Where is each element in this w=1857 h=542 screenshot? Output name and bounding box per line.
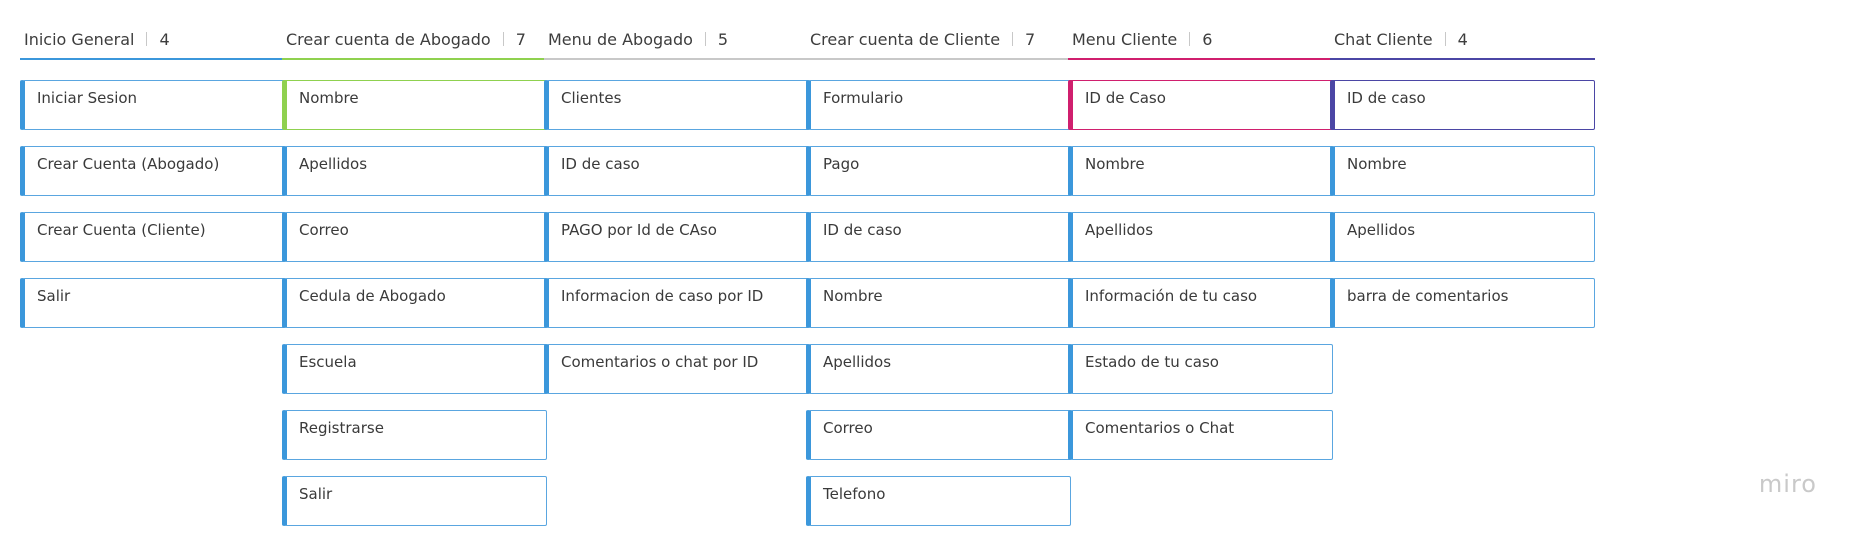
column-header[interactable]: Crear cuenta de Abogado 7 (282, 20, 547, 60)
column-title: Menu Cliente (1072, 29, 1178, 49)
card[interactable]: Correo (282, 212, 547, 262)
card[interactable]: Apellidos (282, 146, 547, 196)
card[interactable]: Crear Cuenta (Abogado) (20, 146, 285, 196)
card[interactable]: Iniciar Sesion (20, 80, 285, 130)
card[interactable]: Salir (282, 476, 547, 526)
column-title: Inicio General (24, 29, 135, 49)
card[interactable]: Información de tu caso (1068, 278, 1333, 328)
column-count: 6 (1202, 29, 1213, 49)
card[interactable]: Telefono (806, 476, 1071, 526)
card[interactable]: Cedula de Abogado (282, 278, 547, 328)
column-crear-cuenta-abogado: Crear cuenta de Abogado 7 Nombre Apellid… (282, 20, 547, 542)
header-separator (1012, 32, 1014, 46)
card[interactable]: Informacion de caso por ID (544, 278, 809, 328)
card[interactable]: Apellidos (1330, 212, 1595, 262)
card[interactable]: Escuela (282, 344, 547, 394)
column-chat-cliente: Chat Cliente 4 ID de caso Nombre Apellid… (1330, 20, 1595, 344)
column-title: Crear cuenta de Cliente (810, 29, 1001, 49)
card[interactable]: Salir (20, 278, 285, 328)
card[interactable]: Apellidos (1068, 212, 1333, 262)
header-separator (1444, 32, 1446, 46)
card[interactable]: Correo (806, 410, 1071, 460)
column-header[interactable]: Crear cuenta de Cliente 7 (806, 20, 1071, 60)
card[interactable]: PAGO por Id de CAso (544, 212, 809, 262)
card[interactable]: Comentarios o chat por ID (544, 344, 809, 394)
kanban-board: Inicio General 4 Iniciar Sesion Crear Cu… (0, 0, 1857, 538)
card[interactable]: ID de caso (806, 212, 1071, 262)
card[interactable]: Clientes (544, 80, 809, 130)
card[interactable]: Nombre (1068, 146, 1333, 196)
card[interactable]: Apellidos (806, 344, 1071, 394)
card-list: ID de Caso Nombre Apellidos Información … (1068, 80, 1333, 460)
card[interactable]: ID de caso (1330, 80, 1595, 130)
column-title: Chat Cliente (1334, 29, 1433, 49)
card[interactable]: Pago (806, 146, 1071, 196)
card-list: Iniciar Sesion Crear Cuenta (Abogado) Cr… (20, 80, 285, 328)
card[interactable]: ID de Caso (1068, 80, 1333, 130)
card-list: ID de caso Nombre Apellidos barra de com… (1330, 80, 1595, 328)
column-title: Crear cuenta de Abogado (286, 29, 491, 49)
column-menu-cliente: Menu Cliente 6 ID de Caso Nombre Apellid… (1068, 20, 1333, 476)
column-count: 4 (159, 29, 170, 49)
column-count: 4 (1457, 29, 1468, 49)
header-separator (502, 32, 504, 46)
card[interactable]: Crear Cuenta (Cliente) (20, 212, 285, 262)
header-separator (146, 32, 148, 46)
card-list: Clientes ID de caso PAGO por Id de CAso … (544, 80, 809, 394)
card-list: Nombre Apellidos Correo Cedula de Abogad… (282, 80, 547, 526)
card[interactable]: ID de caso (544, 146, 809, 196)
column-header[interactable]: Menu de Abogado 5 (544, 20, 809, 60)
card-list: Formulario Pago ID de caso Nombre Apelli… (806, 80, 1071, 526)
card[interactable]: Nombre (1330, 146, 1595, 196)
column-count: 5 (717, 29, 729, 49)
column-menu-abogado: Menu de Abogado 5 Clientes ID de caso PA… (544, 20, 809, 410)
column-header[interactable]: Menu Cliente 6 (1068, 20, 1333, 60)
column-title: Menu de Abogado (548, 29, 693, 49)
card[interactable]: Formulario (806, 80, 1071, 130)
card[interactable]: Comentarios o Chat (1068, 410, 1333, 460)
column-count: 7 (1025, 29, 1036, 49)
column-header[interactable]: Inicio General 4 (20, 20, 285, 60)
column-crear-cuenta-cliente: Crear cuenta de Cliente 7 Formulario Pag… (806, 20, 1071, 542)
column-header[interactable]: Chat Cliente 4 (1330, 20, 1595, 60)
card[interactable]: Nombre (282, 80, 547, 130)
miro-watermark: miro (1758, 470, 1817, 498)
card[interactable]: Nombre (806, 278, 1071, 328)
header-separator (1189, 32, 1191, 46)
card[interactable]: Registrarse (282, 410, 547, 460)
column-inicio-general: Inicio General 4 Iniciar Sesion Crear Cu… (20, 20, 285, 344)
column-count: 7 (515, 29, 526, 49)
card[interactable]: Estado de tu caso (1068, 344, 1333, 394)
header-separator (704, 32, 706, 46)
card[interactable]: barra de comentarios (1330, 278, 1595, 328)
